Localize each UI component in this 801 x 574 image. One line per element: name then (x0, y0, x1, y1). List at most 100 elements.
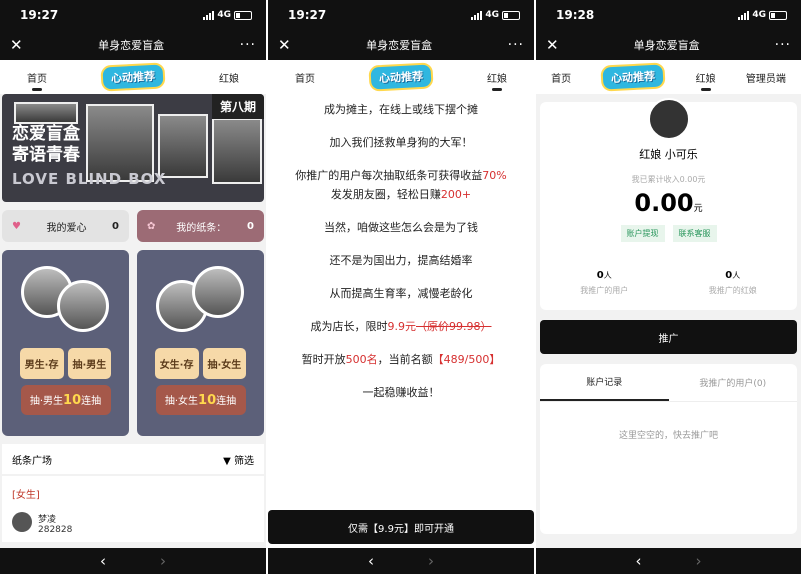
tab-home[interactable]: 首页 (27, 70, 47, 91)
banner[interactable]: 恋爱盲盒 寄语青春 LOVE BLIND BOX 第八期 (2, 94, 264, 202)
logo: 心动推荐 (600, 62, 667, 92)
promote-button[interactable]: 推广 (540, 320, 797, 354)
tab-matchmaker[interactable]: 红娘 (696, 70, 716, 91)
banner-subtitle: LOVE BLIND BOX (12, 170, 167, 188)
promo-price: 9.9元 (387, 320, 417, 333)
tab-matchmaker[interactable]: 红娘 (487, 70, 507, 91)
heart-icon: ♥ (12, 220, 21, 232)
stat-users-label: 我推广的用户 (580, 286, 629, 295)
status-time: 19:28 (556, 8, 595, 22)
forward-icon[interactable]: › (160, 552, 166, 570)
tab-admin[interactable]: 管理员端 (746, 70, 786, 85)
profile-card: 红娘 小可乐 我已累计收入0.00元 0.00元 账户提现 联系客服 0人 我推… (540, 98, 797, 310)
forward-icon[interactable]: › (696, 552, 702, 570)
top-nav: 首页 心动推荐 红娘 (268, 60, 534, 94)
gender-tag: [女生] (2, 476, 264, 512)
male-ten-draw-button[interactable]: 抽·男生10连抽 (20, 385, 111, 415)
promo-line-text: 暂时开放 (301, 353, 346, 366)
stat-unit: 人 (732, 271, 741, 280)
more-icon[interactable]: ··· (508, 37, 524, 53)
status-icons: 4G (738, 10, 787, 20)
male-draw-button[interactable]: 抽·男生 (67, 348, 112, 379)
records-tabs: 账户记录 我推广的用户(0) (540, 364, 797, 402)
female-store-button[interactable]: 女生·存 (154, 348, 199, 379)
promo-line-text: 发发朋友圈，轻松日赚 (330, 188, 441, 201)
promo-line-text: ，当前名额 (377, 353, 433, 366)
female-ten-draw-pre: 抽·女生 (164, 396, 199, 407)
app-title: 单身恋爱盲盒 (366, 39, 433, 52)
more-icon[interactable]: ··· (775, 37, 791, 53)
promo-line-text: 你推广的用户每次抽取纸条可获得收益 (295, 169, 483, 182)
browser-bottom-bar: ‹ › (536, 548, 801, 574)
phone-screen-promo: 19:27 4G ✕ 单身恋爱盲盒 ··· 首页 心动推荐 红娘 成为摊主，在线… (268, 0, 534, 574)
forward-icon[interactable]: › (428, 552, 434, 570)
tab-account-records[interactable]: 账户记录 (540, 364, 669, 401)
female-avatars (155, 266, 246, 336)
male-store-button[interactable]: 男生·存 (19, 348, 64, 379)
signal-icon (203, 10, 215, 20)
promo-line: 成为店长，限时9.9元（原价99.98） (268, 317, 534, 336)
my-notes-label: 我的纸条： (176, 222, 227, 234)
promo-line-text: 成为店长，限时 (310, 320, 388, 333)
filter-button[interactable]: ▼ 筛选 (223, 452, 254, 467)
tab-home[interactable]: 首页 (295, 70, 315, 85)
back-icon[interactable]: ‹ (100, 552, 106, 570)
profile-name: 红娘 小可乐 (639, 148, 698, 161)
close-icon[interactable]: ✕ (546, 36, 559, 54)
promo-original-price: （原价99.98） (416, 320, 492, 333)
stat-users: 0人 我推广的用户 (580, 270, 628, 296)
my-love-count: 0 (112, 220, 119, 232)
status-bar: 19:27 4G (0, 0, 266, 30)
blind-box-cards: 男生·存 抽·男生 抽·男生10连抽 女生·存 抽·女生 抽·女生10连抽 (2, 250, 264, 436)
issue-badge: 第八期 (211, 94, 264, 119)
title-bar: ✕ 单身恋爱盲盒 ··· (0, 30, 266, 60)
avatar (647, 98, 690, 140)
amount-value: 0.00 (634, 189, 694, 217)
stat-unit: 人 (603, 271, 612, 280)
records-panel: 账户记录 我推广的用户(0) 这里空空的，快去推广吧 (540, 364, 797, 534)
more-icon[interactable]: ··· (240, 37, 256, 53)
avatar (191, 266, 244, 318)
stat-value: 0 (596, 270, 604, 281)
flower-icon: ✿ (147, 220, 156, 232)
avatar (56, 280, 109, 332)
promo-slots: 500名 (345, 353, 378, 366)
note-square-title: 纸条广场 (12, 455, 52, 467)
app-title: 单身恋爱盲盒 (633, 39, 700, 52)
contact-support-button[interactable]: 联系客服 (672, 225, 717, 242)
male-box-card: 男生·存 抽·男生 抽·男生10连抽 (2, 250, 129, 436)
tab-promoted-users[interactable]: 我推广的用户(0) (669, 364, 798, 401)
stat-users-count: 0人 (580, 270, 628, 281)
tab-matchmaker[interactable]: 红娘 (219, 70, 239, 85)
network-type: 4G (485, 10, 499, 20)
avatar (12, 512, 32, 532)
list-item[interactable]: 梦凌 282828 (2, 512, 264, 542)
tab-home[interactable]: 首页 (551, 70, 571, 85)
close-icon[interactable]: ✕ (10, 36, 23, 54)
banner-title: 恋爱盲盒 寄语青春 (12, 124, 80, 166)
female-actions: 女生·存 抽·女生 (137, 348, 264, 379)
back-icon[interactable]: ‹ (368, 552, 374, 570)
phone-screen-home: 19:27 4G ✕ 单身恋爱盲盒 ··· 首页 心动推荐 红娘 恋爱盲盒 寄语青… (0, 0, 266, 574)
withdraw-button[interactable]: 账户提现 (620, 225, 665, 242)
note-square-header: 纸条广场 ▼ 筛选 (2, 444, 264, 474)
activate-button[interactable]: 仅需【9.9元】即可开通 (268, 510, 534, 544)
banner-line1: 恋爱盲盒 (12, 124, 80, 144)
promo-line: 暂时开放500名，当前名额【489/500】 (268, 350, 534, 369)
promo-line: 加入我们拯救单身狗的大军！ (329, 136, 473, 149)
earnings-label: 我已累计收入0.00元 (631, 175, 706, 184)
signal-icon (738, 10, 750, 20)
stat-matchmakers: 0人 我推广的红娘 (709, 270, 757, 296)
promo-line: 一起稳赚收益！ (362, 386, 440, 399)
my-notes-button[interactable]: ✿ 我的纸条： 0 (137, 210, 264, 242)
my-love-button[interactable]: ♥ 我的爱心 0 (2, 210, 129, 242)
female-ten-draw-button[interactable]: 抽·女生10连抽 (155, 385, 246, 415)
user-id: 282828 (38, 525, 73, 535)
status-bar: 19:28 4G (536, 0, 801, 30)
close-icon[interactable]: ✕ (278, 36, 291, 54)
male-ten-draw-post: 连抽 (81, 396, 102, 407)
back-icon[interactable]: ‹ (636, 552, 642, 570)
battery-icon (769, 10, 787, 20)
female-draw-button[interactable]: 抽·女生 (202, 348, 247, 379)
stat-matchmakers-count: 0人 (709, 270, 757, 281)
